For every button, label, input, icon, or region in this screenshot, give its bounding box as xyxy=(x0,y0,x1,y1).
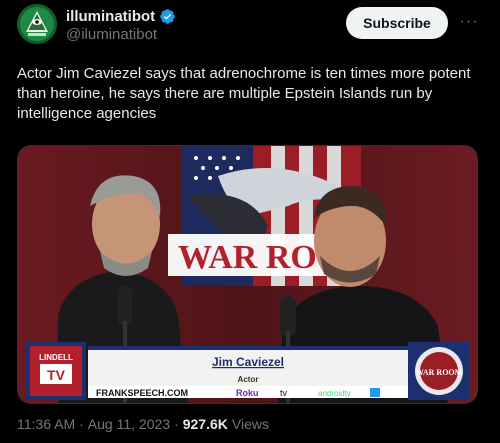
lower-third-platform-androidtv: androidtv xyxy=(318,389,351,398)
lower-third-name: Jim Caviezel xyxy=(212,355,284,369)
tweet-card: illuminatibot @iluminatibot Subscribe ··… xyxy=(0,0,500,443)
views-count[interactable]: 927.6K xyxy=(183,416,228,432)
tweet-time[interactable]: 11:36 AM xyxy=(17,416,75,432)
author-avatar[interactable] xyxy=(17,4,57,44)
microphone xyxy=(118,286,132,326)
meta-separator: · xyxy=(174,416,179,432)
eye-pyramid-icon xyxy=(17,4,57,44)
verified-badge-icon[interactable] xyxy=(159,8,176,25)
tweet-meta: 11:36 AM · Aug 11, 2023 · 927.6K Views xyxy=(17,416,269,432)
author-name-row: illuminatibot xyxy=(66,6,176,26)
author-handle[interactable]: @iluminatibot xyxy=(66,26,157,43)
svg-text:LINDELL: LINDELL xyxy=(39,353,73,362)
video-media[interactable]: WAR ROO Jim Caviezel Actor FRANKSPEECH.C… xyxy=(17,145,478,404)
views-label: Views xyxy=(231,416,269,432)
subscribe-button[interactable]: Subscribe xyxy=(346,7,448,39)
svg-text:WAR ROOM: WAR ROOM xyxy=(416,368,463,377)
lower-third-site: FRANKSPEECH.COM xyxy=(96,388,188,398)
tweet-text: Actor Jim Caviezel says that adrenochrom… xyxy=(17,65,471,122)
more-options-icon[interactable]: ··· xyxy=(456,10,482,34)
lower-third-platform-roku: Roku xyxy=(236,388,259,398)
video-frame: WAR ROO Jim Caviezel Actor FRANKSPEECH.C… xyxy=(18,146,477,403)
tweet-date[interactable]: Aug 11, 2023 xyxy=(88,416,170,432)
svg-text:TV: TV xyxy=(47,367,66,383)
lower-third-platform-appletv: tv xyxy=(280,388,288,398)
author-display-name[interactable]: illuminatibot xyxy=(66,8,155,25)
lower-third-title: Actor xyxy=(238,375,259,384)
meta-separator: · xyxy=(79,416,84,432)
